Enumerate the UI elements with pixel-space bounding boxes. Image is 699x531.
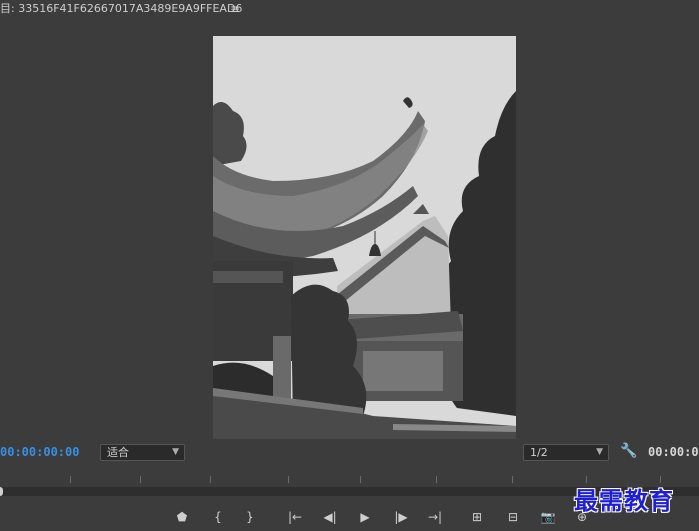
mark-out-button[interactable]: } — [240, 508, 260, 526]
ruler-tick — [360, 476, 361, 483]
monitor-controls-row: 00:00:00:00 适合 ▼ 1/2 ▼ 🔧 00:00:05 — [0, 443, 699, 463]
step-forward-button[interactable]: |▶ — [391, 508, 411, 526]
add-marker-button[interactable]: ⬟ — [172, 508, 192, 526]
ruler-tick — [210, 476, 211, 483]
fit-zoom-dropdown[interactable]: 适合 ▼ — [100, 444, 185, 461]
ruler-tick — [288, 476, 289, 483]
overwrite-button[interactable]: ⊟ — [503, 508, 523, 526]
ruler-tick — [512, 476, 513, 483]
panel-menu-icon[interactable]: ≡ — [230, 0, 240, 18]
playback-resolution-dropdown[interactable]: 1/2 ▼ — [523, 444, 609, 461]
ruler-tick — [436, 476, 437, 483]
chevron-down-icon: ▼ — [172, 447, 179, 457]
mark-in-button[interactable]: { — [208, 508, 228, 526]
monitor-title: 目: 33516F41F62667017A3489E9A9FFEAD6 — [0, 2, 243, 15]
go-to-out-button[interactable]: →| — [425, 508, 445, 526]
insert-button[interactable]: ⊞ — [467, 508, 487, 526]
video-frame-image — [213, 36, 516, 439]
settings-wrench-icon[interactable]: 🔧 — [620, 443, 637, 459]
playback-resolution-value: 1/2 — [530, 446, 548, 459]
go-to-in-button[interactable]: |← — [285, 508, 305, 526]
fit-zoom-value: 适合 — [107, 446, 129, 459]
export-frame-button[interactable]: 📷 — [538, 508, 558, 526]
chevron-down-icon: ▼ — [596, 447, 603, 457]
watermark-logo: 最需教育 — [574, 486, 674, 515]
current-timecode[interactable]: 00:00:00:00 — [0, 445, 79, 459]
monitor-title-bar: 目: 33516F41F62667017A3489E9A9FFEAD6 ≡ — [0, 0, 699, 18]
duration-timecode: 00:00:05 — [648, 445, 699, 459]
ruler-tick — [140, 476, 141, 483]
ruler-tick — [70, 476, 71, 483]
play-button[interactable]: ▶ — [355, 508, 375, 526]
step-back-button[interactable]: ◀| — [320, 508, 340, 526]
program-monitor-viewer[interactable] — [213, 36, 516, 439]
